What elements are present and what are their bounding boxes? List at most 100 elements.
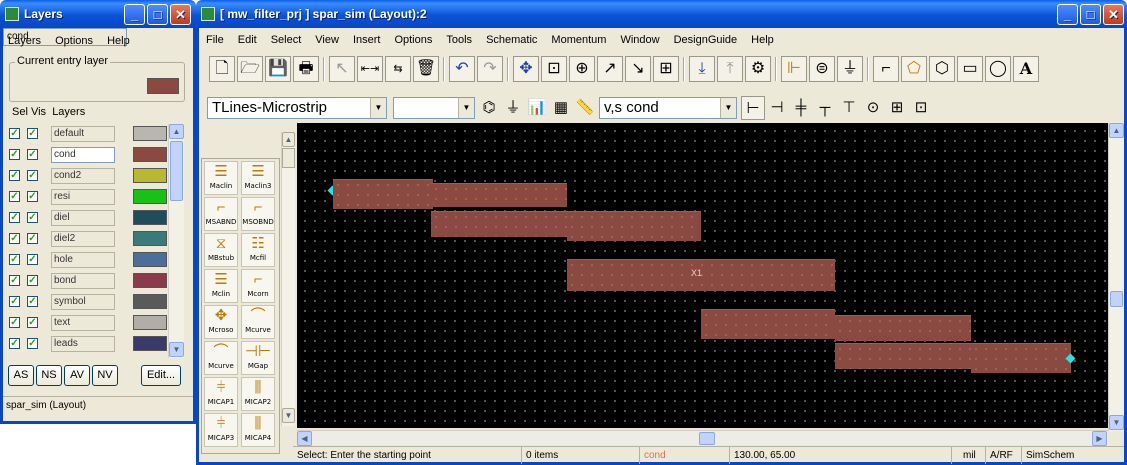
- snap-intersection-icon[interactable]: ╪: [789, 96, 813, 120]
- copy-component-icon[interactable]: ⇆: [385, 56, 411, 82]
- layer-row[interactable]: ✓ ✓ default: [9, 124, 173, 144]
- close-icon[interactable]: ✕: [170, 4, 191, 25]
- vis-checkbox[interactable]: ✓: [27, 191, 38, 202]
- palette-item[interactable]: ⌐ MSOBND: [241, 197, 275, 231]
- menu-schematic[interactable]: Schematic: [486, 34, 537, 46]
- menu-window[interactable]: Window: [620, 34, 659, 46]
- layer-swatch[interactable]: [133, 294, 167, 309]
- vis-checkbox[interactable]: ✓: [27, 317, 38, 328]
- layer-row[interactable]: ✓ ✓ hole: [9, 250, 173, 270]
- snap-settings-icon[interactable]: ⊡: [909, 96, 933, 120]
- palette-item[interactable]: ⫼ MICAP4: [241, 413, 275, 447]
- sel-checkbox[interactable]: ✓: [9, 212, 20, 223]
- ground-icon[interactable]: ⏚: [501, 96, 525, 120]
- substrate-icon[interactable]: ▦: [549, 96, 573, 120]
- vis-checkbox[interactable]: ✓: [27, 338, 38, 349]
- port-icon[interactable]: ⌬: [477, 96, 501, 120]
- insert-via-icon[interactable]: ⊜: [809, 56, 835, 82]
- pan-icon[interactable]: ✥: [513, 56, 539, 82]
- vis-checkbox[interactable]: ✓: [27, 296, 38, 307]
- layer-list-scroll-thumb[interactable]: [170, 141, 183, 201]
- new-icon[interactable]: 🗋: [209, 56, 235, 82]
- trace-segment[interactable]: [431, 211, 567, 237]
- layer-row[interactable]: ✓ ✓ diel: [9, 208, 173, 228]
- nv-button[interactable]: NV: [92, 365, 118, 386]
- trace-segment[interactable]: [701, 309, 835, 339]
- ruler-icon[interactable]: 📏: [573, 96, 597, 120]
- snap-edge-icon[interactable]: ⊣: [765, 96, 789, 120]
- layers-titlebar[interactable]: Layers _ □ ✕: [0, 0, 196, 28]
- layer-name[interactable]: diel2: [51, 231, 115, 247]
- menu-options[interactable]: Options: [55, 35, 93, 47]
- snap-grid-icon[interactable]: ⊞: [885, 96, 909, 120]
- line-calc-icon[interactable]: 📊: [525, 96, 549, 120]
- menu-view[interactable]: View: [315, 34, 339, 46]
- pop-out-icon[interactable]: ⤒: [717, 56, 743, 82]
- maximize-icon[interactable]: □: [147, 4, 168, 25]
- chevron-down-icon[interactable]: ▼: [370, 98, 386, 118]
- maximize-icon[interactable]: □: [1080, 4, 1101, 25]
- layer-swatch[interactable]: [133, 147, 167, 162]
- sel-checkbox[interactable]: ✓: [9, 338, 20, 349]
- palette-item[interactable]: ⌐ MSABND: [204, 197, 238, 231]
- menu-help[interactable]: Help: [751, 34, 774, 46]
- av-button[interactable]: AV: [64, 365, 90, 386]
- layer-swatch[interactable]: [133, 273, 167, 288]
- main-titlebar[interactable]: [ mw_filter_prj ] spar_sim (Layout):2 _ …: [196, 0, 1127, 28]
- minimize-icon[interactable]: _: [1057, 4, 1078, 25]
- trace-segment[interactable]: [333, 179, 433, 209]
- layer-row[interactable]: ✓ ✓ text: [9, 313, 173, 333]
- scroll-up-icon[interactable]: ▲: [282, 132, 295, 147]
- vis-checkbox[interactable]: ✓: [27, 233, 38, 244]
- zoom-out-icon[interactable]: ↘: [625, 56, 651, 82]
- chevron-down-icon[interactable]: ▼: [720, 98, 736, 118]
- vis-checkbox[interactable]: ✓: [27, 128, 38, 139]
- scroll-down-icon[interactable]: ▼: [169, 342, 184, 357]
- insert-rectangle-icon[interactable]: ▭: [957, 56, 983, 82]
- sel-checkbox[interactable]: ✓: [9, 275, 20, 286]
- menu-momentum[interactable]: Momentum: [551, 34, 606, 46]
- vis-checkbox[interactable]: ✓: [27, 212, 38, 223]
- layer-swatch[interactable]: [133, 126, 167, 141]
- menu-select[interactable]: Select: [271, 34, 302, 46]
- palette-item[interactable]: ⌒ Mcurve: [204, 341, 238, 375]
- palette-item[interactable]: ⫩ MICAP1: [204, 377, 238, 411]
- layer-name[interactable]: text: [51, 315, 115, 331]
- vis-checkbox[interactable]: ✓: [27, 254, 38, 265]
- layer-name[interactable]: cond: [51, 147, 115, 163]
- open-icon[interactable]: 🗁: [237, 56, 263, 82]
- insert-circle-icon[interactable]: ◯: [985, 56, 1011, 82]
- trace-segment[interactable]: [971, 343, 1071, 373]
- layer-name[interactable]: hole: [51, 252, 115, 268]
- insert-pin-icon[interactable]: ⊩: [781, 56, 807, 82]
- canvas-vscrollbar[interactable]: ▲ ▼: [1108, 123, 1124, 431]
- save-icon[interactable]: 💾: [265, 56, 291, 82]
- snap-pin-icon[interactable]: ⊢: [741, 96, 765, 120]
- minimize-icon[interactable]: _: [124, 4, 145, 25]
- trace-segment[interactable]: [567, 211, 701, 241]
- insert-text-icon[interactable]: A: [1013, 56, 1039, 82]
- view-all-icon[interactable]: ⊞: [653, 56, 679, 82]
- layout-canvas[interactable]: X1: [297, 123, 1108, 428]
- palette-item[interactable]: ⌐ Mcorn: [241, 269, 275, 303]
- palette-combo[interactable]: TLines-Microstrip ▼: [207, 97, 387, 119]
- close-icon[interactable]: ✕: [1103, 4, 1124, 25]
- zoom-in-icon[interactable]: ⊕: [569, 56, 595, 82]
- palette-item[interactable]: ⊣⊢ MGap: [241, 341, 275, 375]
- edit-button[interactable]: Edit...: [141, 365, 181, 386]
- insert-polyline-icon[interactable]: ⬡: [929, 56, 955, 82]
- layer-name[interactable]: default: [51, 126, 115, 142]
- insert-ground-icon[interactable]: ⏚: [837, 56, 863, 82]
- canvas-hscroll-thumb[interactable]: [699, 432, 715, 445]
- push-into-icon[interactable]: ⤓: [689, 56, 715, 82]
- trace-segment[interactable]: [835, 315, 971, 341]
- snap-midpoint-icon[interactable]: ⊤: [837, 96, 861, 120]
- zoom-point-icon[interactable]: ↗: [597, 56, 623, 82]
- redo-icon[interactable]: ↷: [477, 56, 503, 82]
- layer-name[interactable]: cond2: [51, 168, 115, 184]
- menu-help[interactable]: Help: [107, 35, 130, 47]
- insert-trace-icon[interactable]: ⌐: [873, 56, 899, 82]
- layer-name[interactable]: symbol: [51, 294, 115, 310]
- ns-button[interactable]: NS: [36, 365, 62, 386]
- palette-scroll-thumb[interactable]: [282, 148, 295, 168]
